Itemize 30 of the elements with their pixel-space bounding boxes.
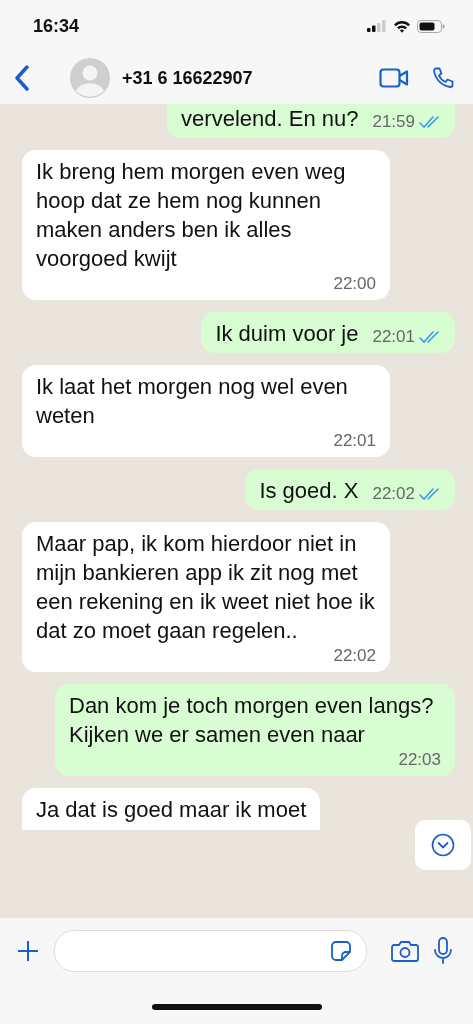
video-call-icon[interactable] <box>379 68 409 88</box>
message-time: 22:00 <box>333 273 376 295</box>
signal-icon <box>367 20 387 32</box>
plus-icon[interactable] <box>16 939 40 963</box>
scroll-down-button[interactable] <box>415 820 471 870</box>
back-icon[interactable] <box>14 65 30 91</box>
message-text: Ik breng hem morgen even weg hoop dat ze hem nog kunnen maken anders ben ik alles voorgoed kwijt <box>36 158 347 273</box>
message-input-field[interactable] <box>54 930 367 972</box>
battery-icon <box>417 19 445 33</box>
status-time: 16:34 <box>33 15 80 37</box>
message-text: Ik laat het morgen nog wel even weten <box>36 373 349 430</box>
message-text: Dan kom je toch morgen even langs? Kijken we er samen even naar <box>69 692 435 749</box>
message-text: Ja dat is goed maar ik moet <box>36 796 307 824</box>
message-time: 22:01 <box>333 430 376 452</box>
message-time: 22:01 <box>372 326 415 348</box>
message-text: Ik duim voor je <box>215 320 359 348</box>
message-time: 21:59 <box>372 111 415 133</box>
wifi-icon <box>393 19 411 33</box>
message-text: Is goed. X <box>259 477 359 505</box>
message-time: 22:03 <box>398 749 441 771</box>
message-time: 22:02 <box>372 483 415 505</box>
camera-icon[interactable] <box>391 939 419 963</box>
message-time: 22:02 <box>333 645 376 667</box>
sticker-icon[interactable] <box>330 940 352 962</box>
contact-name[interactable]: +31 6 16622907 <box>122 67 379 89</box>
microphone-icon[interactable] <box>433 937 453 965</box>
message-text: Maar pap, ik kom hierdoor niet in mijn bankieren app ik zit nog met een rekening en ik weet niet hoe ik dat zo moet gaan regelen.. <box>36 530 376 645</box>
chevron-down-icon <box>431 833 455 857</box>
message-text: vervelend. En nu? <box>181 105 359 133</box>
phone-icon[interactable] <box>431 66 455 90</box>
